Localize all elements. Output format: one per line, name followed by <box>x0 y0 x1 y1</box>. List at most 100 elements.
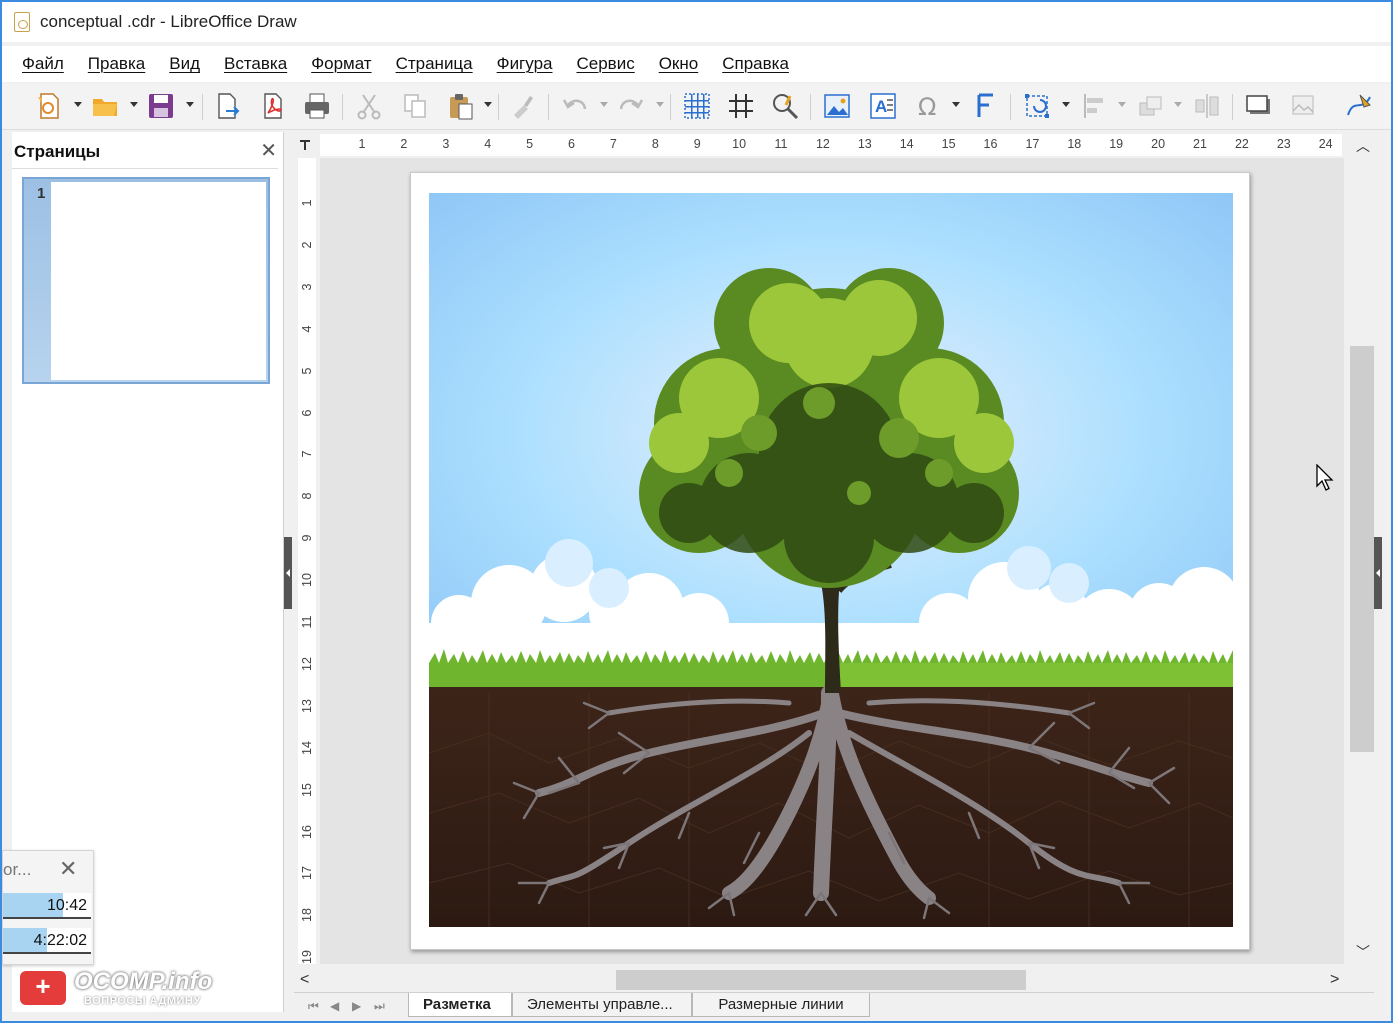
ruler-tick-label: 23 <box>1276 137 1291 151</box>
points-icon[interactable] <box>1342 89 1376 123</box>
open-dropdown-icon[interactable] <box>130 102 138 107</box>
ruler-tick-label: 4 <box>300 325 314 333</box>
redo-dropdown-icon[interactable] <box>656 102 664 107</box>
special-character-icon[interactable]: Ω <box>912 89 946 123</box>
close-icon[interactable]: ✕ <box>59 856 77 882</box>
ruler-tick-label: 7 <box>609 137 617 151</box>
timer-value: 4:22:02 <box>33 932 87 949</box>
cut-icon[interactable] <box>352 89 386 123</box>
scroll-down-icon[interactable]: ﹀ <box>1356 942 1370 962</box>
redo-icon[interactable] <box>614 89 648 123</box>
menu-file[interactable]: Файл <box>22 54 64 74</box>
ruler-tick-label: 16 <box>300 824 314 839</box>
next-layer-icon[interactable]: ▶ <box>352 999 361 1013</box>
tab-layout[interactable]: Разметка <box>408 993 512 1017</box>
arrange-icon[interactable] <box>1134 89 1168 123</box>
scroll-left-icon[interactable]: < <box>300 971 309 989</box>
new-dropdown-icon[interactable] <box>74 102 82 107</box>
last-layer-icon[interactable]: ⏭ <box>374 999 385 1014</box>
drawing-page[interactable] <box>410 172 1250 950</box>
ruler-tick-label: 1 <box>300 199 314 207</box>
ruler-tick-label: 6 <box>568 137 575 151</box>
plus-icon: + <box>20 971 66 1005</box>
new-document-icon[interactable] <box>32 89 66 123</box>
menu-window[interactable]: Окно <box>659 54 699 74</box>
close-icon[interactable]: ✕ <box>260 138 277 163</box>
tab-controls[interactable]: Элементы управле... <box>512 993 692 1017</box>
display-grid-icon[interactable] <box>680 89 714 123</box>
undo-dropdown-icon[interactable] <box>600 102 608 107</box>
menu-insert[interactable]: Вставка <box>224 54 287 74</box>
libreoffice-draw-window: conceptual .cdr - LibreOffice Draw Файл … <box>0 0 1393 1023</box>
ruler-tick-label: 10 <box>732 137 747 151</box>
watermark-subtitle: ВОПРОСЫ АДМИНУ <box>84 995 201 1007</box>
ruler-tick-label: 7 <box>300 450 314 458</box>
zoom-pan-icon[interactable] <box>768 89 802 123</box>
distribute-icon[interactable] <box>1190 89 1224 123</box>
transformations-dropdown-icon[interactable] <box>1062 102 1070 107</box>
crop-image-icon[interactable] <box>1286 89 1320 123</box>
insert-text-box-icon[interactable]: A <box>866 89 900 123</box>
helplines-icon[interactable] <box>724 89 758 123</box>
ruler-tick-label: 15 <box>300 782 314 797</box>
open-folder-icon[interactable] <box>88 89 122 123</box>
menu-view[interactable]: Вид <box>169 54 200 74</box>
menu-edit[interactable]: Правка <box>88 54 145 74</box>
watermark-text: OCOMP.info <box>74 968 213 995</box>
menu-format[interactable]: Формат <box>311 54 371 74</box>
ruler-tick-label: 2 <box>300 241 314 249</box>
save-dropdown-icon[interactable] <box>186 102 194 107</box>
special-character-dropdown-icon[interactable] <box>952 102 960 107</box>
scroll-up-icon[interactable]: ︿ <box>1356 136 1370 156</box>
save-icon[interactable] <box>144 89 178 123</box>
toolbar-separator <box>670 94 671 120</box>
align-dropdown-icon[interactable] <box>1118 102 1126 107</box>
timer-row: 10:42 <box>3 893 91 919</box>
ruler-tick-label: 22 <box>1234 137 1249 151</box>
align-objects-icon[interactable] <box>1078 89 1112 123</box>
horizontal-ruler[interactable]: 1 2 3 4 5 6 7 8 9 10 11 12 13 14 15 16 17 18 19 20 21 22 23 24 <box>320 134 1342 156</box>
toolbar-separator <box>342 94 343 120</box>
ruler-tick-label: 9 <box>300 534 314 542</box>
ruler-tick-label: 9 <box>693 137 701 151</box>
fontwork-icon[interactable] <box>968 89 1002 123</box>
transformations-icon[interactable] <box>1020 89 1054 123</box>
menu-page[interactable]: Страница <box>396 54 473 74</box>
right-sidebar-handle[interactable] <box>1374 537 1382 609</box>
export-pdf-icon[interactable] <box>256 89 290 123</box>
vertical-scrollbar[interactable]: ︿ ﹀ <box>1350 134 1374 964</box>
first-layer-icon[interactable]: ⏮ <box>308 999 319 1014</box>
ruler-tick-label: 4 <box>484 137 492 151</box>
horizontal-scroll-thumb[interactable] <box>616 970 1026 990</box>
vertical-ruler[interactable]: 1 2 3 4 5 6 7 8 9 10 11 12 13 14 15 16 17 18 19 <box>298 158 316 964</box>
print-icon[interactable] <box>300 89 334 123</box>
scroll-right-icon[interactable]: > <box>1330 971 1339 989</box>
menu-help[interactable]: Справка <box>722 54 789 74</box>
sidebar-collapse-handle[interactable] <box>284 537 292 609</box>
title-bar: conceptual .cdr - LibreOffice Draw <box>2 2 1391 42</box>
arrange-dropdown-icon[interactable] <box>1174 102 1182 107</box>
tab-dimension-lines[interactable]: Размерные линии <box>692 993 870 1017</box>
pages-panel-title: Страницы <box>14 142 101 161</box>
ruler-tick-label: 1 <box>358 137 366 151</box>
export-icon[interactable] <box>210 89 244 123</box>
undo-icon[interactable] <box>558 89 592 123</box>
tree-with-roots-image[interactable] <box>429 193 1233 927</box>
previous-layer-icon[interactable]: ◀ <box>330 999 339 1013</box>
page-thumbnail[interactable]: 1 <box>22 177 270 384</box>
clone-formatting-icon[interactable] <box>506 89 540 123</box>
copy-icon[interactable] <box>398 89 432 123</box>
menu-tools[interactable]: Сервис <box>576 54 634 74</box>
menu-shape[interactable]: Фигура <box>497 54 553 74</box>
paste-icon[interactable] <box>444 89 478 123</box>
page-thumbnail-sheet <box>51 182 266 380</box>
ruler-tick-label: 14 <box>899 137 914 151</box>
paste-dropdown-icon[interactable] <box>484 102 492 107</box>
horizontal-scrollbar[interactable]: < > <box>294 968 1350 992</box>
insert-image-icon[interactable] <box>820 89 854 123</box>
drawing-canvas[interactable] <box>320 158 1344 964</box>
ruler-tab-stop-icon[interactable] <box>294 134 316 156</box>
toolbar-separator <box>202 94 203 120</box>
vertical-scroll-thumb[interactable] <box>1350 346 1374 752</box>
shadow-icon[interactable] <box>1242 89 1276 123</box>
